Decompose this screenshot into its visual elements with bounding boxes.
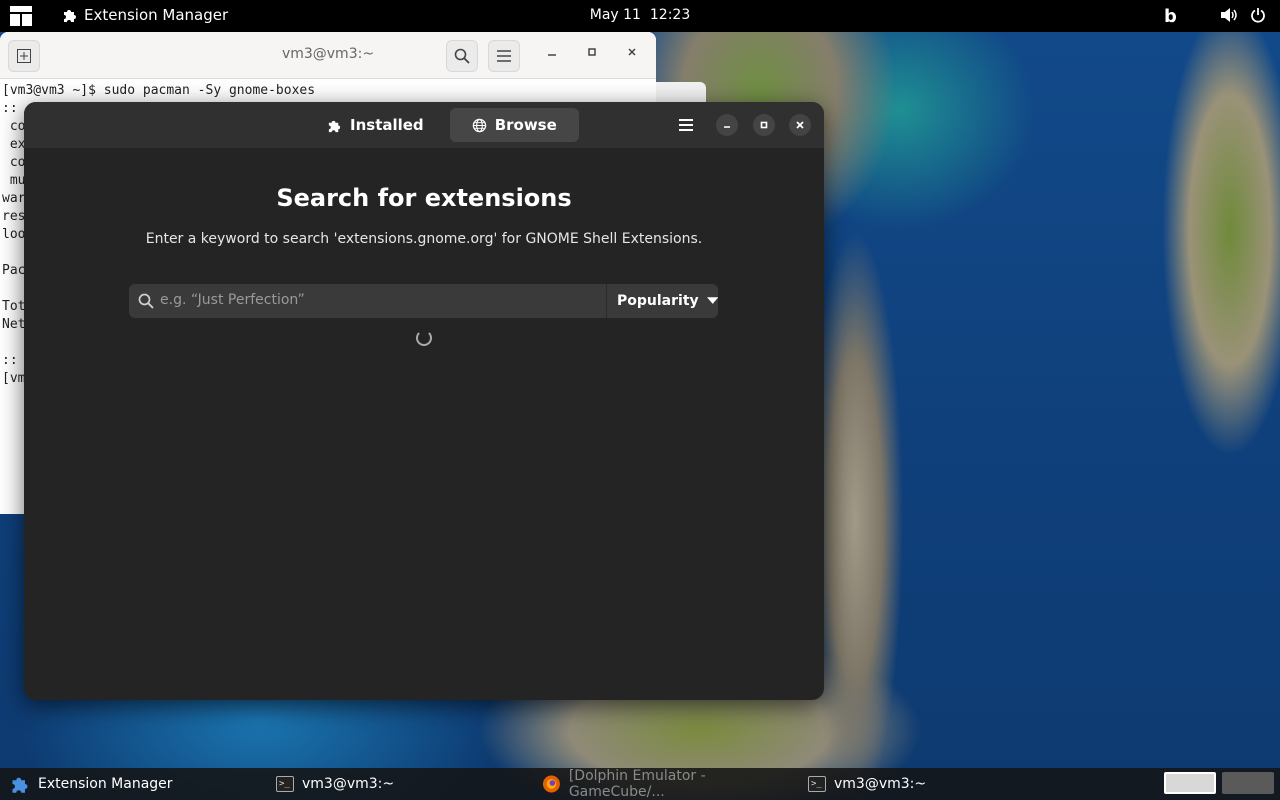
terminal-line: mu xyxy=(2,173,26,188)
task-label: Extension Manager xyxy=(38,776,173,792)
workspace-1[interactable] xyxy=(1164,772,1216,794)
search-icon xyxy=(138,293,154,309)
extension-manager-window[interactable]: Installed Browse Search for extensions E… xyxy=(24,102,824,700)
bottom-taskbar: Extension Manager >_ vm3@vm3:~ [Dolphin … xyxy=(0,768,1280,800)
clock-button[interactable]: May 11 12:23 xyxy=(590,7,690,23)
task-terminal-2[interactable]: >_ vm3@vm3:~ xyxy=(798,768,1058,800)
puzzle-icon xyxy=(328,120,341,132)
minimize-icon xyxy=(548,54,556,56)
top-panel: Extension Manager May 11 12:23 b xyxy=(0,0,1280,32)
main-menu-icon[interactable] xyxy=(674,114,698,136)
date-text: May 11 xyxy=(589,7,641,23)
time-text: 12:23 xyxy=(649,7,691,23)
sort-selected-value: Popularity xyxy=(617,293,699,309)
terminal-menu-button[interactable] xyxy=(488,40,520,72)
terminal-line: [vm xyxy=(2,371,26,386)
task-label: vm3@vm3:~ xyxy=(302,776,395,792)
terminal-line: :: xyxy=(2,353,26,368)
chevron-down-icon xyxy=(706,297,718,304)
maximize-icon xyxy=(588,48,596,56)
terminal-close-button[interactable] xyxy=(622,46,642,66)
extension-manager-headerbar: Installed Browse xyxy=(24,102,824,148)
search-input[interactable]: e.g. “Just Perfection” xyxy=(160,292,305,308)
power-icon[interactable] xyxy=(1250,7,1266,23)
minimize-button[interactable] xyxy=(716,114,738,136)
maximize-button[interactable] xyxy=(753,114,775,136)
search-icon xyxy=(454,48,470,64)
terminal-line: co xyxy=(2,119,26,134)
task-label: [Dolphin Emulator - GameCube/... xyxy=(568,768,706,800)
volume-icon[interactable] xyxy=(1220,7,1238,23)
tab-label: Browse xyxy=(494,116,557,134)
terminal-line: :: xyxy=(2,101,26,116)
sort-dropdown[interactable]: Popularity xyxy=(606,284,718,318)
puzzle-icon xyxy=(64,10,76,22)
task-dolphin-firefox[interactable]: [Dolphin Emulator - GameCube/... xyxy=(532,768,792,800)
terminal-line: Net xyxy=(2,317,26,332)
terminal-headerbar: vm3@vm3:~ xyxy=(0,32,656,79)
focused-app-menu[interactable]: Extension Manager xyxy=(62,6,228,24)
close-icon xyxy=(796,121,804,129)
terminal-line: loo xyxy=(2,227,26,242)
bing-icon[interactable]: b xyxy=(1164,6,1177,27)
terminal-icon: >_ xyxy=(808,776,826,792)
search-bar: e.g. “Just Perfection” Popularity xyxy=(129,284,718,318)
workspace-2[interactable] xyxy=(1222,772,1274,794)
task-label: vm3@vm3:~ xyxy=(834,776,927,792)
loading-spinner xyxy=(416,330,432,346)
task-terminal-1[interactable]: >_ vm3@vm3:~ xyxy=(266,768,526,800)
view-switcher: Installed Browse xyxy=(305,108,579,142)
task-extension-manager[interactable]: Extension Manager xyxy=(0,768,260,800)
tab-label: Installed xyxy=(350,116,424,134)
terminal-maximize-button[interactable] xyxy=(582,46,602,66)
page-title: Search for extensions xyxy=(276,184,572,212)
terminal-line: co xyxy=(2,155,26,170)
terminal-search-button[interactable] xyxy=(446,40,478,72)
terminal-icon: >_ xyxy=(276,776,294,792)
background-window-edge xyxy=(656,82,706,104)
tab-installed[interactable]: Installed xyxy=(305,108,446,142)
terminal-line: ex xyxy=(2,137,26,152)
hamburger-menu-icon xyxy=(497,50,511,62)
close-button[interactable] xyxy=(789,114,811,136)
maximize-icon xyxy=(760,121,768,129)
focused-app-name: Extension Manager xyxy=(84,6,229,24)
terminal-line: Tot xyxy=(2,299,26,314)
firefox-icon xyxy=(542,775,560,793)
puzzle-icon xyxy=(12,777,28,793)
terminal-line: res xyxy=(2,209,26,224)
terminal-minimize-button[interactable] xyxy=(542,46,562,66)
globe-icon xyxy=(472,118,486,132)
system-tray[interactable] xyxy=(1220,7,1266,23)
close-icon xyxy=(628,48,636,56)
terminal-line: [vm3@vm3 ~]$ sudo pacman -Sy gnome-boxes xyxy=(2,83,316,98)
terminal-line: Pac xyxy=(2,263,26,278)
terminal-line: war xyxy=(2,191,26,206)
minimize-icon xyxy=(724,126,730,128)
page-subtitle: Enter a keyword to search 'extensions.gn… xyxy=(145,231,703,247)
apps-menu-icon[interactable] xyxy=(10,6,32,26)
tab-browse[interactable]: Browse xyxy=(449,108,579,142)
